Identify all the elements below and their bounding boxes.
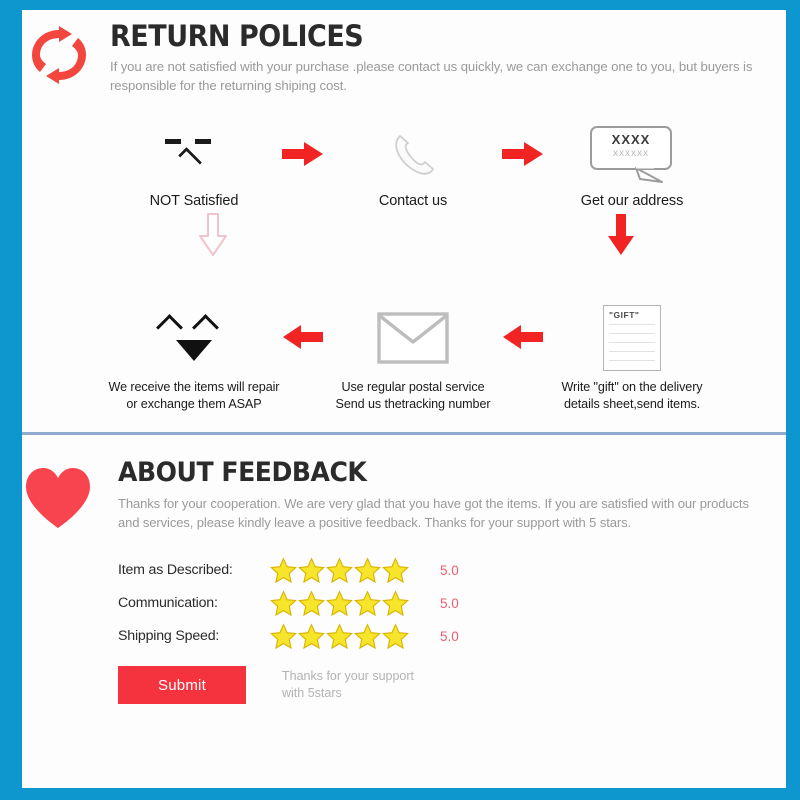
star-icon xyxy=(354,589,381,616)
flow-step-write-gift: "GIFT" Write "gift" on the delivery deta… xyxy=(546,305,718,413)
flow-step-label-line-1: Write "gift" on the delivery xyxy=(561,380,703,394)
page-frame: RETURN POLICES If you are not satisfied … xyxy=(0,0,800,800)
star-icon xyxy=(298,556,325,583)
star-icon xyxy=(298,622,325,649)
return-policy-title: RETURN POLICES xyxy=(110,19,364,53)
star-icon xyxy=(298,589,325,616)
star-icon xyxy=(270,556,297,583)
star-icon xyxy=(270,622,297,649)
star-icon xyxy=(354,556,381,583)
submit-note-line-2: with 5stars xyxy=(282,686,342,700)
flow-step-label-line-2: or exchange them ASAP xyxy=(126,397,262,411)
flow-step-label-line-2: Send us thetracking number xyxy=(335,397,491,411)
rating-value: 5.0 xyxy=(440,595,459,611)
telephone-icon xyxy=(327,123,499,185)
rating-row: Communication: 5.0 xyxy=(118,587,786,619)
return-policy-description: If you are not satisfied with your purch… xyxy=(110,59,753,93)
rating-label: Item as Described: xyxy=(118,562,233,578)
flow-step-get-address: XXXX xxxxxx Get our address xyxy=(546,123,718,210)
rating-row: Item as Described: 5.0 xyxy=(118,554,786,586)
star-icon xyxy=(270,589,297,616)
rating-value: 5.0 xyxy=(440,562,459,578)
return-policy-section: RETURN POLICES If you are not satisfied … xyxy=(22,10,786,432)
speech-bubble-icon: XXXX xxxxxx xyxy=(546,123,718,185)
refresh-arrows-icon xyxy=(26,22,92,88)
ratings-list: Item as Described: 5.0 Communication: 5.… xyxy=(22,554,786,652)
submit-row: Submit Thanks for your support with 5sta… xyxy=(22,666,786,704)
star-icon xyxy=(326,589,353,616)
star-icon xyxy=(382,556,409,583)
flow-step-repair-exchange: We receive the items will repair or exch… xyxy=(108,306,280,413)
arrow-left-icon xyxy=(499,306,546,368)
flow-step-label-line-1: Use regular postal service xyxy=(341,380,485,394)
flow-step-label: Get our address xyxy=(580,193,684,209)
flow-step-label-line-1: We receive the items will repair xyxy=(108,380,280,394)
rating-label: Communication: xyxy=(118,595,218,611)
return-flow-row-1: NOT Satisfied Contact us XXXX xxxxxx Get… xyxy=(22,123,786,210)
content-card: RETURN POLICES If you are not satisfied … xyxy=(22,10,786,788)
submit-note: Thanks for your support with 5stars xyxy=(282,668,414,702)
return-flow-mid-arrows xyxy=(22,210,786,264)
star-icon xyxy=(382,589,409,616)
rating-stars[interactable] xyxy=(270,556,416,584)
submit-note-line-1: Thanks for your support xyxy=(282,669,415,683)
bubble-line-2: xxxxxx xyxy=(613,148,649,159)
return-flow-row-2: We receive the items will repair or exch… xyxy=(22,305,786,413)
flow-step-label: NOT Satisfied xyxy=(149,193,239,209)
feedback-section: ABOUT FEEDBACK Thanks for your cooperati… xyxy=(22,435,786,704)
arrow-down-solid-icon xyxy=(606,212,636,258)
arrow-down-outline-icon xyxy=(198,212,228,258)
feedback-header: ABOUT FEEDBACK Thanks for your cooperati… xyxy=(22,457,786,532)
flow-step-contact-us: Contact us xyxy=(327,123,499,210)
star-icon xyxy=(326,622,353,649)
rating-label: Shipping Speed: xyxy=(118,628,220,644)
feedback-title: ABOUT FEEDBACK xyxy=(118,457,367,488)
rating-stars[interactable] xyxy=(270,589,416,617)
sad-face-icon xyxy=(108,123,280,185)
envelope-icon xyxy=(327,306,499,370)
happy-face-icon xyxy=(108,306,280,370)
gift-document-icon: "GIFT" xyxy=(546,305,718,371)
bubble-line-1: XXXX xyxy=(611,132,651,147)
return-policy-header: RETURN POLICES If you are not satisfied … xyxy=(22,20,786,95)
feedback-description: Thanks for your cooperation. We are very… xyxy=(118,496,749,530)
star-icon xyxy=(382,622,409,649)
flow-step-label: Contact us xyxy=(378,193,448,209)
star-icon xyxy=(354,622,381,649)
flow-step-label-line-2: details sheet,send items. xyxy=(563,397,701,411)
arrow-right-icon xyxy=(499,123,546,185)
rating-row: Shipping Speed: 5.0 xyxy=(118,620,786,652)
flow-step-not-satisfied: NOT Satisfied xyxy=(108,123,280,210)
rating-value: 5.0 xyxy=(440,628,459,644)
flow-step-postal-service: Use regular postal service Send us thetr… xyxy=(327,306,499,413)
submit-button[interactable]: Submit xyxy=(118,666,246,704)
gift-document-label: "GIFT" xyxy=(609,310,640,320)
star-icon xyxy=(326,556,353,583)
rating-stars[interactable] xyxy=(270,622,416,650)
arrow-right-icon xyxy=(280,123,327,185)
heart-icon xyxy=(22,465,94,531)
arrow-left-icon xyxy=(280,306,327,368)
